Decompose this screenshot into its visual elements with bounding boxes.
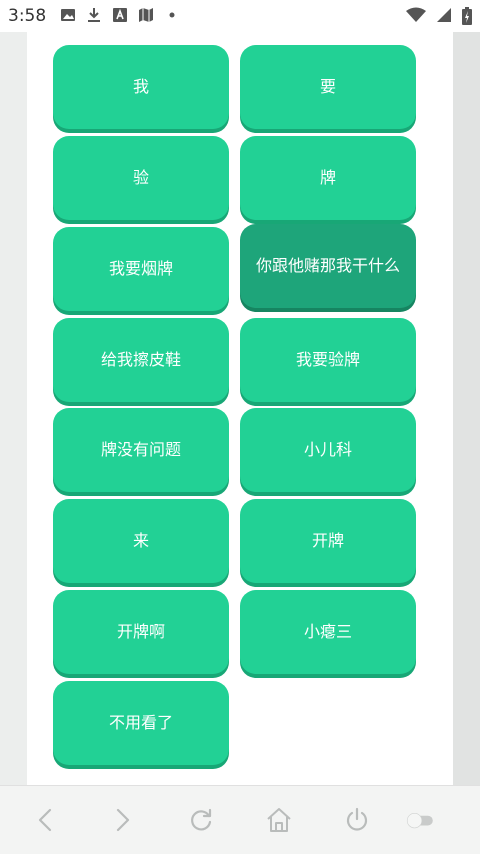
status-left-icons xyxy=(60,7,180,23)
sound-button[interactable]: 给我擦皮鞋 xyxy=(53,318,229,402)
image-icon xyxy=(60,7,76,23)
sound-button[interactable]: 开牌啊 xyxy=(53,590,229,674)
bottom-nav-bar xyxy=(0,785,480,854)
toggle-icon[interactable] xyxy=(406,806,452,834)
sound-button[interactable]: 验 xyxy=(53,136,229,220)
right-margin xyxy=(453,32,480,785)
signal-icon xyxy=(436,7,452,23)
home-icon[interactable] xyxy=(265,806,293,834)
download-icon xyxy=(86,7,102,23)
status-time: 3:58 xyxy=(8,6,47,26)
status-right-icons xyxy=(406,7,472,25)
button-panel: 我 要 验 牌 我要烟牌 你跟他赌那我干什么 给我擦皮鞋 我要验牌 牌没有问题 … xyxy=(27,32,453,785)
sound-button-active[interactable]: 你跟他赌那我干什么 xyxy=(240,224,416,308)
sound-button[interactable]: 来 xyxy=(53,499,229,583)
sound-button[interactable]: 要 xyxy=(240,45,416,129)
sound-button[interactable]: 牌 xyxy=(240,136,416,220)
sound-button[interactable]: 我要验牌 xyxy=(240,318,416,402)
sound-button[interactable]: 不用看了 xyxy=(53,681,229,765)
wifi-icon xyxy=(406,7,426,23)
battery-charging-icon xyxy=(462,7,472,25)
sound-button[interactable]: 小瘪三 xyxy=(240,590,416,674)
left-margin xyxy=(0,32,27,785)
dot-icon xyxy=(164,7,180,23)
sound-button[interactable]: 开牌 xyxy=(240,499,416,583)
status-bar: 3:58 xyxy=(0,0,480,32)
back-icon[interactable] xyxy=(32,806,60,834)
sound-button[interactable]: 我 xyxy=(53,45,229,129)
sound-button[interactable]: 牌没有问题 xyxy=(53,408,229,492)
map-icon xyxy=(138,7,154,23)
forward-icon[interactable] xyxy=(108,806,136,834)
sound-button[interactable]: 我要烟牌 xyxy=(53,227,229,311)
sound-button[interactable]: 小儿科 xyxy=(240,408,416,492)
power-icon[interactable] xyxy=(343,806,371,834)
refresh-icon[interactable] xyxy=(187,806,215,834)
a-box-icon xyxy=(112,7,128,23)
